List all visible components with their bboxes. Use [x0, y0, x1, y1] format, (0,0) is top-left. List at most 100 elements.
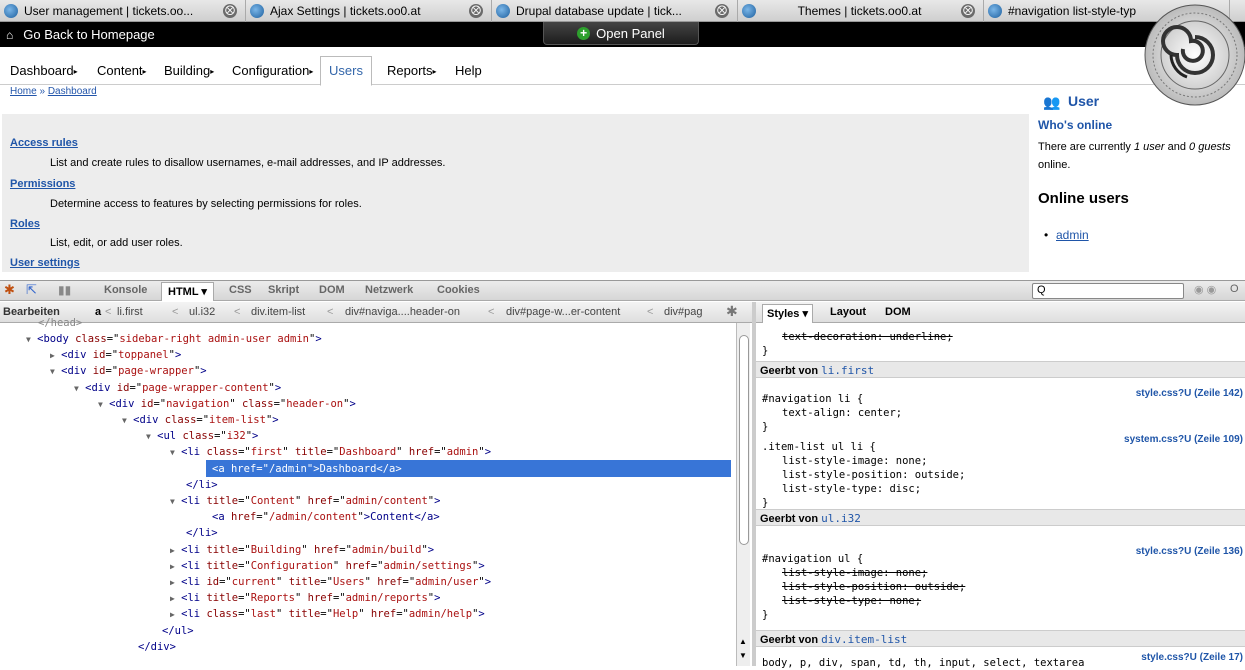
tab-html[interactable]: HTML ▾: [161, 282, 214, 301]
breadcrumb-home-link[interactable]: Home: [10, 86, 37, 97]
html-node[interactable]: ▼ <ul class="i32">: [146, 428, 258, 444]
inspect-icon[interactable]: ⇱: [26, 282, 37, 298]
collapsed-twisty-icon[interactable]: ▶: [170, 546, 175, 555]
html-node[interactable]: ▶ <li title="Reports" href="admin/report…: [170, 590, 440, 606]
expanded-twisty-icon[interactable]: ▼: [74, 384, 79, 393]
nav-item-dashboard[interactable]: Dashboard▸: [10, 63, 78, 78]
html-node[interactable]: <a href="/admin/content">Content</a>: [212, 509, 440, 525]
browser-tab[interactable]: Drupal database update | tick... ⨂: [492, 0, 738, 22]
html-node[interactable]: ▶ <li title="Configuration" href="admin/…: [170, 558, 485, 574]
path-crumb[interactable]: li.first: [117, 306, 143, 318]
path-crumb[interactable]: div.item-list: [251, 306, 305, 318]
css-source-link[interactable]: style.css?U (Zeile 17): [1141, 652, 1243, 663]
html-node[interactable]: <a href="/admin">Dashboard</a>: [212, 461, 402, 477]
css-source-link[interactable]: style.css?U (Zeile 136): [1136, 546, 1243, 557]
collapsed-twisty-icon[interactable]: ▶: [50, 351, 55, 360]
css-selector[interactable]: #navigation ul {: [762, 552, 863, 566]
nav-item-reports[interactable]: Reports▸: [387, 63, 437, 78]
css-property[interactable]: list-style-type: none;: [782, 594, 921, 608]
path-crumb[interactable]: div#page-w...er-content: [506, 306, 620, 318]
html-node[interactable]: ▼ <div class="item-list">: [122, 412, 279, 428]
close-tab-icon[interactable]: ⨂: [469, 4, 483, 18]
open-panel-button[interactable]: + Open Panel: [543, 22, 699, 45]
firebug-bug-icon[interactable]: ✱: [4, 282, 15, 298]
close-tab-icon[interactable]: ⨂: [961, 4, 975, 18]
nav-item-configuration[interactable]: Configuration▸: [232, 63, 313, 78]
css-selector[interactable]: .item-list ul li {: [762, 440, 876, 454]
expanded-twisty-icon[interactable]: ▼: [26, 335, 31, 344]
nav-item-building[interactable]: Building▸: [164, 63, 214, 78]
expanded-twisty-icon[interactable]: ▼: [98, 400, 103, 409]
tab-layout[interactable]: Layout: [830, 306, 866, 318]
expanded-twisty-icon[interactable]: ▼: [146, 432, 151, 441]
html-node[interactable]: ▶ <li id="current" title="Users" href="a…: [170, 574, 491, 590]
css-source-link[interactable]: style.css?U (Zeile 142): [1136, 388, 1243, 399]
css-selector[interactable]: body, p, div, span, td, th, input, selec…: [762, 656, 1084, 670]
css-property[interactable]: text-decoration: underline;: [782, 330, 953, 344]
html-node[interactable]: </div>: [138, 639, 176, 655]
path-crumb[interactable]: ul.i32: [189, 306, 215, 318]
expanded-twisty-icon[interactable]: ▼: [170, 497, 175, 506]
scrollbar-thumb[interactable]: [739, 335, 749, 545]
path-crumb[interactable]: div#naviga....header-on: [345, 306, 460, 318]
tab-skript[interactable]: Skript: [268, 284, 299, 296]
breadcrumb-dashboard-link[interactable]: Dashboard: [48, 86, 97, 97]
firebug-bug-icon[interactable]: ✱: [726, 303, 738, 320]
html-node[interactable]: </ul>: [162, 623, 194, 639]
close-tab-icon[interactable]: ⨂: [715, 4, 729, 18]
css-selector[interactable]: #navigation li {: [762, 392, 863, 406]
browser-tab[interactable]: Themes | tickets.oo0.at ⨂: [738, 0, 984, 22]
close-tab-icon[interactable]: ⨂: [223, 4, 237, 18]
tab-konsole[interactable]: Konsole: [104, 284, 147, 296]
html-node[interactable]: ▶ <li title="Building" href="admin/build…: [170, 542, 434, 558]
expanded-twisty-icon[interactable]: ▼: [122, 416, 127, 425]
css-property[interactable]: list-style-position: outside;: [782, 580, 965, 594]
nav-item-content[interactable]: Content▸: [97, 63, 147, 78]
css-property[interactable]: list-style-image: none;: [782, 454, 927, 468]
collapsed-twisty-icon[interactable]: ▶: [170, 610, 175, 619]
expanded-twisty-icon[interactable]: ▼: [170, 448, 175, 457]
collapsed-twisty-icon[interactable]: ▶: [170, 578, 175, 587]
nav-item-help[interactable]: Help: [455, 63, 482, 78]
scroll-up-icon[interactable]: ▲: [739, 637, 747, 646]
user-settings-link[interactable]: User settings: [10, 257, 80, 269]
access-rules-link[interactable]: Access rules: [10, 137, 78, 149]
expanded-twisty-icon[interactable]: ▼: [50, 367, 55, 376]
html-node[interactable]: </li>: [186, 477, 218, 493]
css-property[interactable]: list-style-image: none;: [782, 566, 927, 580]
html-node[interactable]: ▶ <li class="last" title="Help" href="ad…: [170, 606, 485, 622]
css-property[interactable]: text-align: center;: [782, 406, 902, 420]
permissions-link[interactable]: Permissions: [10, 178, 75, 190]
html-node[interactable]: ▶ <div id="toppanel">: [50, 347, 181, 363]
html-node[interactable]: </li>: [186, 525, 218, 541]
path-crumb[interactable]: div#pag: [664, 306, 703, 318]
nav-item-users[interactable]: Users: [320, 56, 372, 86]
pause-icon[interactable]: ▮▮: [58, 283, 71, 297]
browser-tab[interactable]: User management | tickets.oo... ⨂: [0, 0, 246, 22]
css-property[interactable]: list-style-position: outside;: [782, 468, 965, 482]
tab-cookies[interactable]: Cookies: [437, 284, 480, 296]
roles-link[interactable]: Roles: [10, 218, 40, 230]
scrollbar[interactable]: ▲ ▼: [736, 323, 750, 666]
tab-css[interactable]: CSS: [229, 284, 252, 296]
collapsed-twisty-icon[interactable]: ▶: [170, 594, 175, 603]
firebug-search-input[interactable]: Q: [1032, 283, 1184, 299]
path-crumb[interactable]: a: [95, 306, 101, 318]
tab-netzwerk[interactable]: Netzwerk: [365, 284, 413, 296]
html-node[interactable]: ▼ <div id="navigation" class="header-on"…: [98, 396, 356, 412]
css-source-link[interactable]: system.css?U (Zeile 109): [1124, 434, 1243, 445]
html-node[interactable]: ▼ <body class="sidebar-right admin-user …: [26, 331, 322, 347]
html-node[interactable]: ▼ <div id="page-wrapper">: [50, 363, 207, 379]
scroll-down-icon[interactable]: ▼: [739, 651, 747, 660]
css-property[interactable]: list-style-type: disc;: [782, 482, 921, 496]
options-icon[interactable]: O: [1230, 283, 1239, 295]
tab-dom[interactable]: DOM: [319, 284, 345, 296]
go-back-homepage-link[interactable]: ⌂ Go Back to Homepage: [6, 27, 155, 42]
collapsed-twisty-icon[interactable]: ▶: [170, 562, 175, 571]
window-buttons-icon[interactable]: ◉ ◉: [1194, 283, 1216, 296]
html-node[interactable]: ▼ <li class="first" title="Dashboard" hr…: [170, 444, 491, 460]
html-node[interactable]: ▼ <div id="page-wrapper-content">: [74, 380, 281, 396]
online-user-link[interactable]: admin: [1044, 228, 1089, 242]
tab-styles[interactable]: Styles ▾: [762, 304, 814, 323]
tab-dom[interactable]: DOM: [885, 306, 911, 318]
